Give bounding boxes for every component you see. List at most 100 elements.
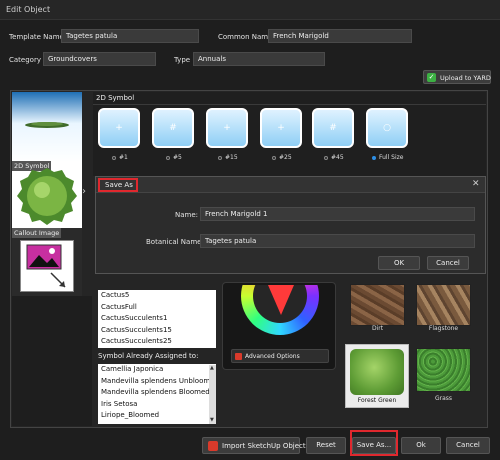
dialog-title: Save As: [105, 181, 133, 189]
list-item[interactable]: CactusSucculents15: [98, 325, 216, 337]
reset-button[interactable]: Reset: [306, 437, 346, 454]
symbol-option-45[interactable]: #: [312, 108, 354, 148]
upload-label: Upload to YARD: [440, 74, 491, 82]
symbol-preview-2d[interactable]: [12, 92, 82, 162]
cancel-button[interactable]: Cancel: [446, 437, 490, 454]
symbol-option-15[interactable]: +: [206, 108, 248, 148]
texture-label: Dirt: [371, 325, 384, 332]
scroll-down-icon[interactable]: ▼: [210, 417, 214, 423]
symbol-15-glyph: +: [223, 123, 231, 133]
advanced-options-button[interactable]: Advanced Options: [231, 349, 329, 363]
save-name-input[interactable]: French Marigold 1: [200, 207, 475, 221]
close-icon[interactable]: ✕: [472, 179, 480, 189]
list-item[interactable]: Cactus5: [98, 290, 216, 302]
botanical-name-input[interactable]: Tagetes patula: [200, 234, 475, 248]
symbol-label: #45: [331, 154, 344, 161]
symbol-list[interactable]: Cactus5 CactusFull CactusSucculents1 Cac…: [98, 290, 216, 348]
texture-tile[interactable]: Dirt: [350, 284, 405, 332]
symbol-option-25[interactable]: +: [260, 108, 302, 148]
symbol-thumb-2d[interactable]: 2D Symbol: [12, 161, 82, 228]
list-item[interactable]: Iris Setosa: [98, 399, 216, 411]
symbol-label: #1: [119, 154, 128, 161]
callout-image-placeholder: [20, 240, 74, 292]
category-label: Category: [9, 56, 41, 64]
divider: [93, 104, 486, 105]
callout-image-panel[interactable]: Callout Image: [12, 228, 82, 296]
chevron-right-icon[interactable]: ›: [82, 186, 92, 200]
upload-to-yard-toggle[interactable]: ✓ Upload to YARD: [423, 70, 491, 84]
forest-green-swatch: [350, 349, 404, 395]
left-panel-fill: [12, 296, 92, 426]
radio-icon: [166, 155, 170, 160]
top-view-plant-icon: [25, 122, 69, 128]
symbol-1-glyph: +: [115, 123, 123, 133]
list-item[interactable]: Mandevilla splendens Unbloomed: [98, 376, 216, 388]
template-name-input[interactable]: Tagetes patula: [61, 29, 199, 43]
color-wheel-container: [231, 285, 329, 337]
symbol-label: #15: [225, 154, 238, 161]
symbol-option-15-caption[interactable]: #15: [218, 154, 238, 161]
texture-label: Flagstone: [428, 325, 459, 332]
list-item[interactable]: Liriope_Bloomed: [98, 410, 216, 422]
common-name-label: Common Name: [218, 33, 273, 41]
texture-label: Grass: [434, 395, 453, 402]
ok-button[interactable]: Ok: [401, 437, 441, 454]
dialog-ok-button[interactable]: OK: [378, 256, 420, 270]
radio-icon: [272, 155, 276, 160]
symbol-label: #25: [279, 154, 292, 161]
import-sketchup-button[interactable]: Import SketchUp Object: [202, 437, 306, 454]
list-item[interactable]: Camellia Japonica: [98, 364, 216, 376]
symbol-full-glyph: ○: [383, 123, 391, 133]
texture-label: Forest Green: [357, 397, 397, 404]
dialog-titlebar: [96, 177, 485, 193]
radio-icon: [218, 155, 222, 160]
type-label: Type: [174, 56, 191, 64]
texture-tile[interactable]: Grass: [416, 348, 471, 402]
scroll-up-icon[interactable]: ▲: [210, 365, 214, 371]
symbol-label: #5: [173, 154, 182, 161]
list-item[interactable]: Mandevilla splendens Bloomed: [98, 387, 216, 399]
template-name-label: Template Name: [9, 33, 64, 41]
texture-tile[interactable]: Flagstone: [416, 284, 471, 332]
settings-icon: [235, 353, 242, 360]
symbol-25-glyph: +: [277, 123, 285, 133]
common-name-input[interactable]: French Marigold: [268, 29, 412, 43]
advanced-options-label: Advanced Options: [245, 353, 300, 360]
symbol-option-1-caption[interactable]: #1: [112, 154, 128, 161]
assigned-title: Symbol Already Assigned to:: [98, 352, 199, 360]
image-placeholder-icon: [26, 244, 66, 288]
name-label: Name:: [175, 211, 199, 219]
list-item[interactable]: CactusSucculents1: [98, 313, 216, 325]
symbol-option-25-caption[interactable]: #25: [272, 154, 292, 161]
symbol-label: Full Size: [379, 154, 404, 161]
shrub-symbol-icon: [17, 168, 77, 225]
window-title: Edit Object: [6, 5, 51, 14]
botanical-name-label: Botanical Name:: [146, 238, 204, 246]
color-panel: Advanced Options: [222, 282, 336, 370]
list-item[interactable]: CactusFull: [98, 302, 216, 314]
save-as-dialog: Save As ✕ Name: French Marigold 1 Botani…: [95, 176, 486, 274]
scrollbar[interactable]: ▲ ▼: [209, 365, 216, 424]
category-select[interactable]: Groundcovers: [43, 52, 156, 66]
radio-selected-icon: [372, 155, 376, 160]
symbol-option-full-size[interactable]: ○: [366, 108, 408, 148]
radio-icon: [112, 155, 116, 160]
highlight-box: [350, 430, 398, 456]
type-select[interactable]: Annuals: [193, 52, 325, 66]
texture-tile-selected[interactable]: Forest Green: [345, 344, 409, 408]
list-item[interactable]: CactusSucculents25: [98, 336, 216, 348]
symbol-5-glyph: #: [169, 123, 177, 133]
title-bar: Edit Object: [0, 0, 500, 20]
symbol-option-5[interactable]: #: [152, 108, 194, 148]
symbol-option-1[interactable]: +: [98, 108, 140, 148]
symbol-strip-title: 2D Symbol: [96, 94, 135, 102]
hue-selector-wedge[interactable]: [268, 285, 294, 315]
dialog-cancel-button[interactable]: Cancel: [427, 256, 469, 270]
sketchup-icon: [208, 441, 218, 451]
symbol-option-45-caption[interactable]: #45: [324, 154, 344, 161]
symbol-option-5-caption[interactable]: #5: [166, 154, 182, 161]
assigned-list[interactable]: Camellia Japonica Mandevilla splendens U…: [98, 364, 216, 424]
import-label: Import SketchUp Object: [222, 442, 306, 450]
callout-image-label: Callout Image: [12, 228, 62, 238]
symbol-option-full-size-caption[interactable]: Full Size: [372, 154, 403, 161]
